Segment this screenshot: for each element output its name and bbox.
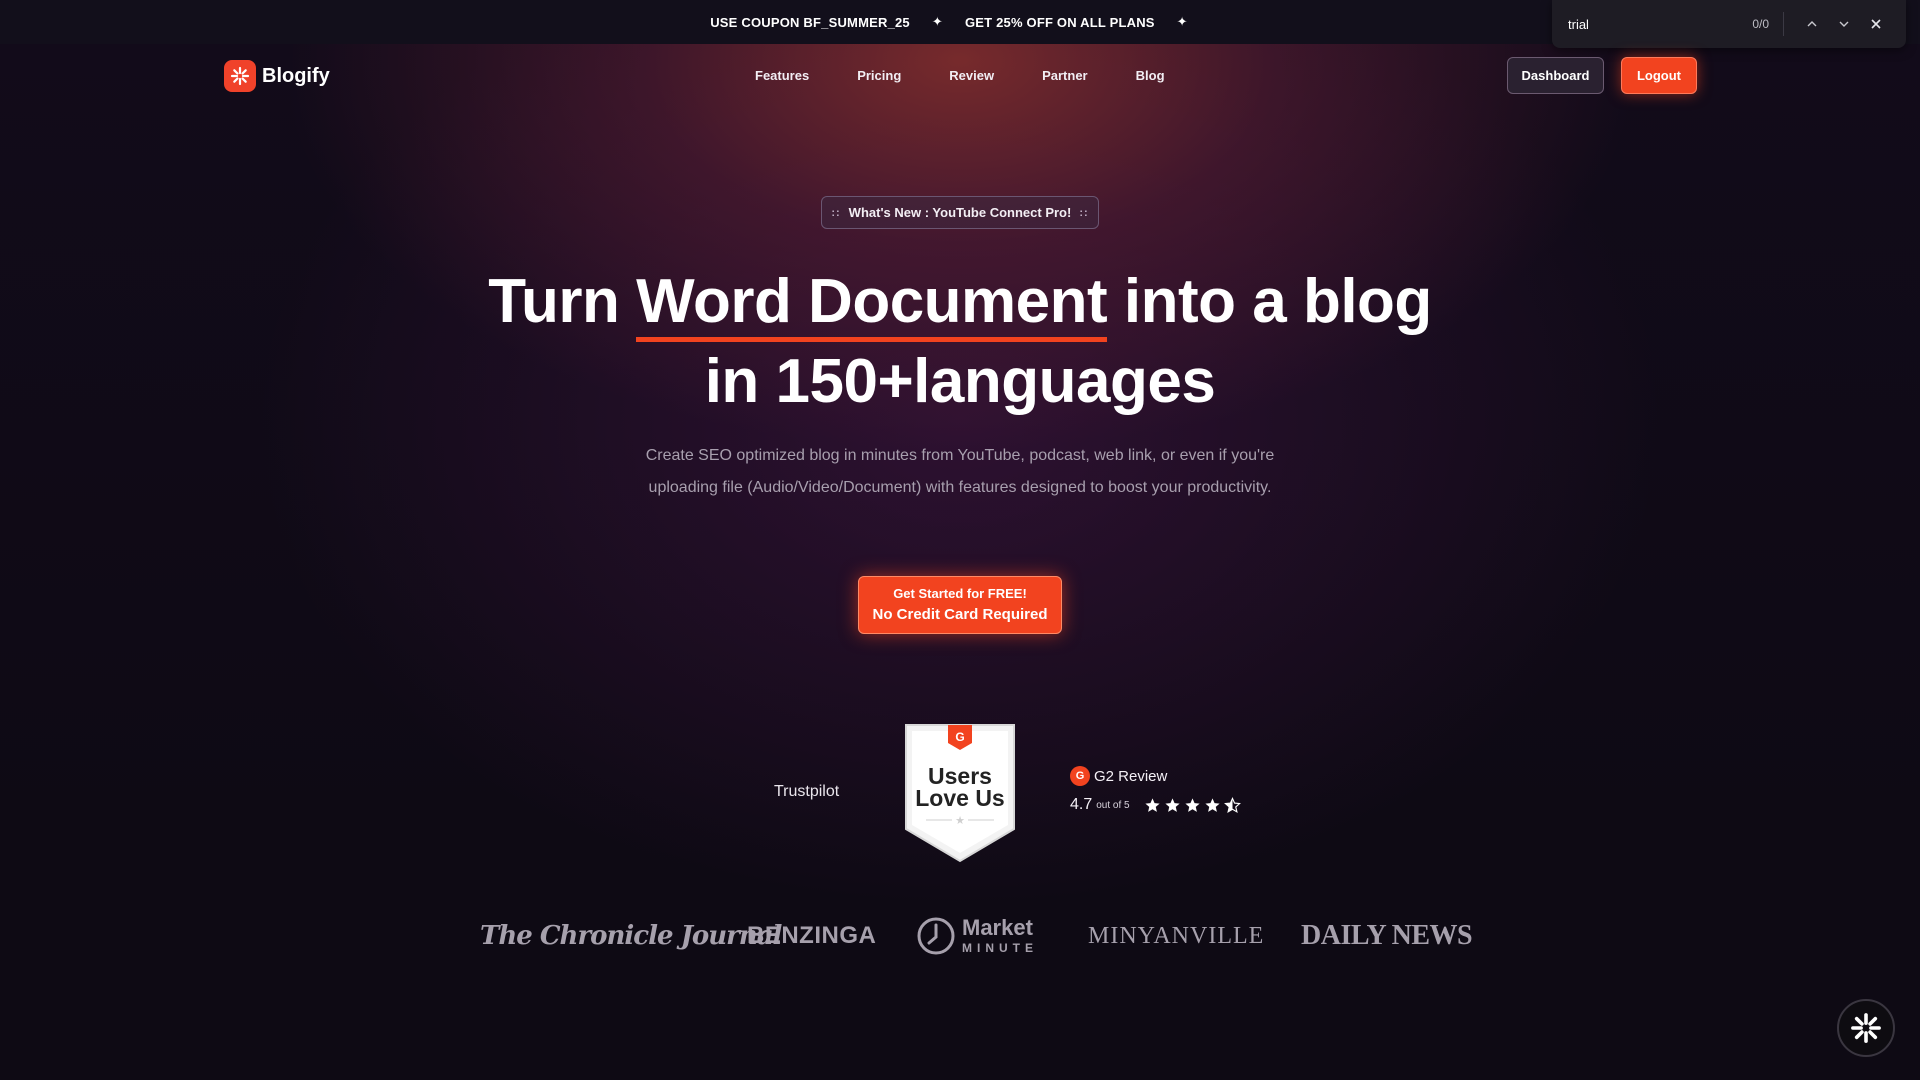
star-icon (1145, 797, 1160, 812)
star-icon (1185, 797, 1200, 812)
clock-icon (917, 917, 955, 955)
get-started-button[interactable]: Get Started for FREE! No Credit Card Req… (858, 576, 1062, 634)
rating-out-of: out of 5 (1096, 799, 1130, 811)
find-next-button[interactable] (1828, 8, 1860, 40)
hero-subtitle: Create SEO optimized blog in minutes fro… (645, 447, 1275, 496)
drag-dots-icon: :: (1079, 206, 1089, 219)
badge-line1: Users (928, 763, 992, 789)
star-icon (1205, 797, 1220, 812)
chevron-down-icon (1839, 21, 1849, 27)
brand-name: Blogify (262, 64, 330, 87)
half-star-icon (1223, 796, 1241, 813)
g2-label: G2 Review (1094, 767, 1168, 785)
g2-users-love-us-badge: G ★ Users Love Us (904, 723, 1016, 863)
headline-suffix: into a blog (1107, 267, 1432, 336)
g2-rating-row: 4.7 out of 5 (1070, 796, 1241, 814)
badge-line2: Love Us (915, 785, 1005, 811)
nav-item-partner[interactable]: Partner (1042, 68, 1088, 83)
rating-stars (1144, 796, 1241, 814)
nav-item-blog[interactable]: Blog (1136, 68, 1165, 83)
chat-widget-button[interactable] (1837, 999, 1895, 1057)
find-input[interactable]: trial (1568, 17, 1752, 32)
press-logo-daily-news: DAILY NEWS (1301, 920, 1473, 951)
top-nav: Blogify Features Pricing Review Partner … (0, 44, 1920, 108)
svg-text:★: ★ (955, 815, 965, 827)
headline-prefix: Turn (488, 267, 637, 336)
close-icon (1871, 19, 1881, 29)
nav-item-pricing[interactable]: Pricing (857, 68, 901, 83)
market-minute-title: Market (962, 915, 1033, 940)
press-logo-chronicle-journal: The Chronicle Journal (480, 921, 782, 951)
star-icon (1165, 797, 1180, 812)
main-menu: Features Pricing Review Partner Blog (755, 68, 1213, 83)
find-match-count: 0/0 (1752, 17, 1769, 31)
offer-text: GET 25% OFF ON ALL PLANS (964, 14, 1155, 30)
rating-value: 4.7 (1070, 796, 1093, 813)
g2-logo-icon: G (1070, 766, 1090, 786)
headline-highlight: Word Document (636, 267, 1108, 342)
page: USE COUPON BF_SUMMER_25 ✦ GET 25% OFF ON… (0, 0, 1920, 1080)
logout-button[interactable]: Logout (1621, 57, 1697, 94)
dashboard-button[interactable]: Dashboard (1507, 57, 1604, 94)
nav-item-features[interactable]: Features (755, 68, 809, 83)
blogify-logo-icon (224, 60, 256, 92)
cta-top-text: Get Started for FREE! (893, 586, 1027, 601)
market-minute-text: Market MINUTE (962, 915, 1038, 956)
press-logo-minyanville: MINYANVILLE (1088, 922, 1265, 949)
blogify-chat-icon (1851, 1013, 1881, 1043)
hero-headline: Turn Word Document into a blog in 150+la… (360, 262, 1560, 422)
press-logo-market-minute: Market MINUTE (916, 908, 1038, 964)
find-previous-button[interactable] (1796, 8, 1828, 40)
cta-bottom-text: No Credit Card Required (872, 606, 1048, 623)
drag-dots-icon: :: (831, 206, 841, 219)
nav-item-review[interactable]: Review (949, 68, 994, 83)
brand-link[interactable]: Blogify (224, 60, 330, 92)
whats-new-text: What's New : YouTube Connect Pro! (848, 205, 1072, 220)
headline-line2: in 150+languages (704, 347, 1216, 416)
sparkle-icon: ✦ (931, 14, 943, 29)
g2-review[interactable]: G G2 Review 4.7 out of 5 (1070, 766, 1241, 814)
find-close-button[interactable] (1860, 8, 1892, 40)
coupon-text: USE COUPON BF_SUMMER_25 (710, 14, 910, 30)
g2-header: G G2 Review (1070, 766, 1241, 786)
find-bar: trial 0/0 (1552, 0, 1906, 48)
whats-new-pill[interactable]: :: What's New : YouTube Connect Pro! :: (821, 196, 1099, 229)
svg-text:G: G (955, 730, 964, 744)
market-minute-sub: MINUTE (962, 941, 1038, 955)
find-divider (1783, 12, 1784, 36)
press-logo-benzinga: BENZINGA (747, 922, 877, 949)
trustpilot-label[interactable]: Trustpilot (774, 783, 839, 801)
chevron-up-icon (1807, 21, 1817, 27)
sparkle-icon: ✦ (1176, 14, 1188, 29)
